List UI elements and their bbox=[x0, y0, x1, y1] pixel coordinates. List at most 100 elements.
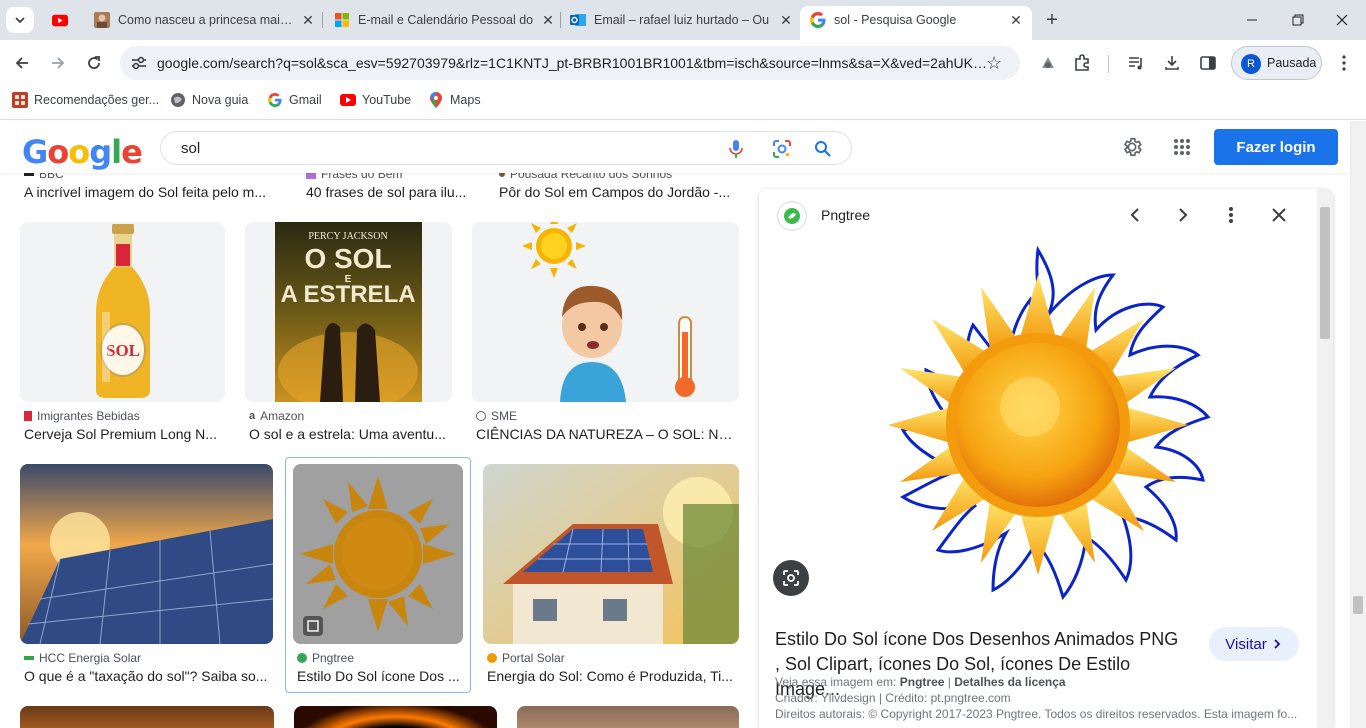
panel-source[interactable]: Pngtree bbox=[821, 207, 870, 223]
search-icon[interactable] bbox=[814, 140, 832, 163]
bookmark-maps[interactable]: Maps bbox=[428, 92, 481, 108]
tab-youtube[interactable] bbox=[42, 6, 82, 34]
bookmark-nova-guia[interactable]: Nova guia bbox=[170, 92, 248, 108]
result-caption[interactable]: Cerveja Sol Premium Long N... bbox=[24, 426, 220, 442]
tab-separator bbox=[322, 12, 323, 28]
result-source[interactable]: Imigrantes Bebidas bbox=[24, 409, 140, 423]
license-link[interactable]: Detalhes da licença bbox=[954, 675, 1065, 689]
profile-button[interactable]: R Pausada bbox=[1231, 46, 1322, 80]
panel-scrollbar[interactable] bbox=[1317, 189, 1333, 728]
close-icon[interactable]: ✕ bbox=[300, 12, 316, 29]
panel-more-button[interactable] bbox=[1221, 205, 1241, 230]
puzzle-icon bbox=[1075, 54, 1089, 71]
extension-fox-button[interactable] bbox=[1034, 49, 1062, 77]
close-icon[interactable]: ✕ bbox=[778, 12, 794, 29]
restore-button[interactable] bbox=[1278, 6, 1318, 34]
close-window-button[interactable] bbox=[1322, 6, 1362, 34]
next-button[interactable] bbox=[1173, 205, 1193, 230]
microphone-icon[interactable] bbox=[729, 139, 743, 164]
bookmark-gmail[interactable]: Gmail bbox=[267, 92, 322, 108]
result-source[interactable]: BBC bbox=[24, 173, 64, 181]
result-source[interactable]: Frases do Bem bbox=[306, 173, 402, 181]
tab-google-search[interactable]: sol - Pesquisa Google ✕ bbox=[800, 6, 1032, 40]
result-source[interactable]: a Amazon bbox=[249, 409, 304, 423]
side-panel-icon bbox=[1200, 56, 1216, 70]
chevron-right-icon bbox=[1274, 639, 1280, 649]
result-caption[interactable]: CIÊNCIAS DA NATUREZA – O SOL: NO... bbox=[476, 426, 734, 442]
result-source[interactable]: Pousada Recanto dos Sonhos bbox=[499, 173, 672, 181]
tab-email-calendar[interactable]: E-mail e Calendário Pessoal do ✕ bbox=[324, 6, 556, 34]
result-source[interactable]: Portal Solar bbox=[487, 651, 565, 665]
result-source[interactable]: Pngtree bbox=[297, 651, 354, 665]
tab-title: Como nasceu a princesa mais li bbox=[118, 13, 294, 27]
reload-button[interactable] bbox=[80, 49, 108, 77]
search-box[interactable]: sol bbox=[160, 131, 852, 165]
seen-on-line: Veja essa imagem em: Pngtree | Detalhes … bbox=[775, 675, 1066, 689]
media-control-button[interactable] bbox=[1122, 49, 1150, 77]
page-scrollbar-thumb[interactable] bbox=[1353, 596, 1363, 614]
site-info-icon[interactable] bbox=[130, 55, 148, 76]
result-caption[interactable]: Estilo Do Sol ícone Dos ... bbox=[297, 668, 465, 684]
forward-button[interactable] bbox=[44, 49, 72, 77]
new-tab-button[interactable]: + bbox=[1040, 8, 1064, 32]
previous-button[interactable] bbox=[1125, 205, 1145, 230]
bookmark-star-icon[interactable]: ☆ bbox=[986, 53, 1002, 74]
result-caption[interactable]: Pôr do Sol em Campos do Jordão -... bbox=[499, 184, 735, 200]
portrait-icon bbox=[94, 12, 110, 28]
visit-button[interactable]: Visitar bbox=[1209, 627, 1299, 661]
downloads-button[interactable] bbox=[1158, 49, 1186, 77]
lens-icon[interactable] bbox=[772, 139, 792, 164]
page-scrollbar[interactable] bbox=[1350, 121, 1366, 728]
address-bar[interactable]: google.com/search?q=sol&sca_esv=59270397… bbox=[120, 46, 1020, 80]
playlist-music-icon bbox=[1129, 57, 1142, 70]
result-thumbnail-boy[interactable] bbox=[472, 222, 739, 402]
chevron-right-icon bbox=[1179, 208, 1188, 222]
apps-button[interactable] bbox=[1168, 133, 1196, 161]
settings-button[interactable] bbox=[1118, 133, 1146, 161]
result-thumbnail-sunset[interactable] bbox=[20, 706, 274, 728]
bookmark-label: Maps bbox=[450, 93, 481, 107]
bookmark-youtube[interactable]: YouTube bbox=[340, 92, 411, 108]
search-input[interactable]: sol bbox=[181, 140, 200, 157]
lens-search-button[interactable] bbox=[773, 560, 809, 596]
side-panel-button[interactable] bbox=[1194, 49, 1222, 77]
close-panel-button[interactable] bbox=[1269, 205, 1289, 230]
seen-on-site-link[interactable]: Pngtree bbox=[900, 675, 945, 689]
result-caption[interactable]: O sol e a estrela: Uma aventu... bbox=[249, 426, 449, 442]
result-caption[interactable]: O que é a "taxação do sol"? Saiba so... bbox=[24, 668, 272, 684]
result-thumbnail-eclipse[interactable] bbox=[294, 706, 497, 728]
panel-scrollbar-thumb[interactable] bbox=[1320, 207, 1330, 339]
login-button[interactable]: Fazer login bbox=[1214, 129, 1338, 165]
url-text[interactable]: google.com/search?q=sol&sca_esv=59270397… bbox=[157, 55, 987, 71]
result-thumbnail-book[interactable]: PERCY JACKSON O SOL E A ESTRELA bbox=[245, 222, 452, 402]
close-icon[interactable]: ✕ bbox=[540, 12, 556, 29]
tab-outlook[interactable]: Email – rafael luiz hurtado – Ou ✕ bbox=[562, 6, 794, 34]
more-vert-icon bbox=[1229, 207, 1233, 223]
preview-image[interactable] bbox=[853, 241, 1223, 610]
tab-princesa[interactable]: Como nasceu a princesa mais li ✕ bbox=[84, 6, 316, 34]
result-thumbnail-sun[interactable] bbox=[293, 464, 463, 644]
google-logo[interactable]: Google bbox=[22, 133, 143, 171]
result-thumbnail-solar-panel[interactable] bbox=[20, 464, 273, 644]
svg-text:A ESTRELA: A ESTRELA bbox=[280, 281, 415, 308]
result-source[interactable]: SME bbox=[476, 409, 517, 423]
result-source[interactable]: HCC Energia Solar bbox=[24, 651, 141, 665]
bookmark-recomendacoes[interactable]: Recomendações ger... bbox=[12, 92, 159, 108]
back-button[interactable] bbox=[8, 49, 36, 77]
browser-menu-button[interactable] bbox=[1330, 49, 1358, 77]
apps-grid-icon bbox=[1174, 139, 1190, 155]
book-author: PERCY JACKSON bbox=[308, 231, 387, 242]
chevron-left-icon bbox=[1130, 208, 1139, 222]
result-thumbnail-house[interactable] bbox=[483, 464, 739, 644]
result-thumbnail-beer[interactable]: SOL bbox=[20, 222, 225, 402]
tab-search-button[interactable] bbox=[6, 7, 34, 33]
result-thumbnail-sky[interactable] bbox=[517, 706, 739, 728]
result-caption[interactable]: A incrível imagem do Sol feita pelo m... bbox=[24, 184, 276, 200]
minimize-button[interactable] bbox=[1232, 6, 1272, 34]
result-caption[interactable]: Energia do Sol: Como é Produzida, Ti... bbox=[487, 668, 735, 684]
result-caption[interactable]: 40 frases de sol para ilu... bbox=[306, 184, 474, 200]
extensions-button[interactable] bbox=[1068, 49, 1096, 77]
extension-logo-icon bbox=[1042, 57, 1054, 68]
visit-label: Visitar bbox=[1225, 635, 1267, 653]
close-icon[interactable]: ✕ bbox=[1008, 12, 1024, 29]
